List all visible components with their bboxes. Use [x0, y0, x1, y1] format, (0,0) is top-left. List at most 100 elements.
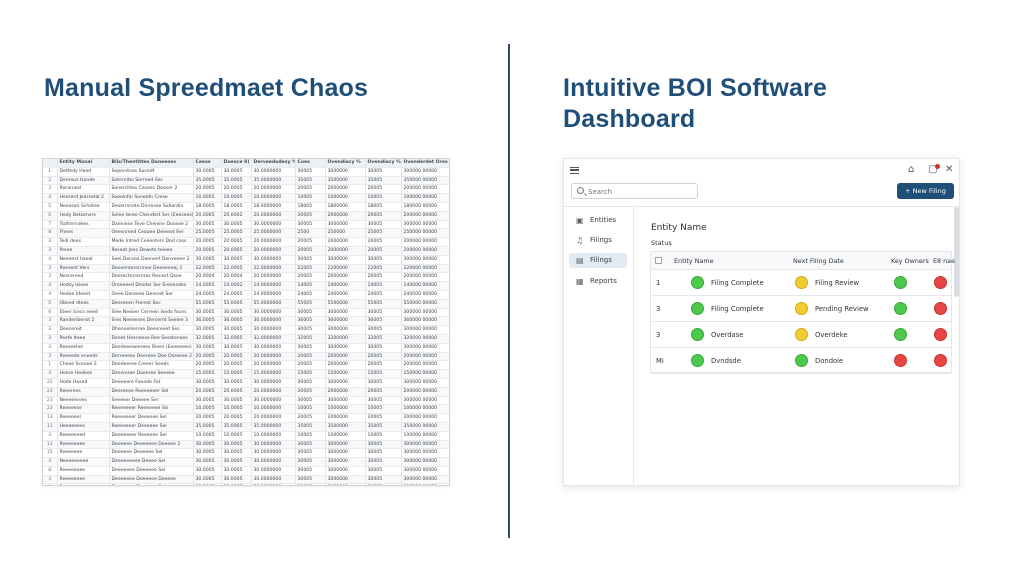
spreadsheet-cell[interactable]: Sres Neeeeses Derseret Seelee 3: [109, 316, 194, 327]
spreadsheet-cell[interactable]: 55.0000000: [251, 299, 296, 309]
spreadsheet-cell[interactable]: 14005: [365, 281, 402, 291]
spreadsheet-cell[interactable]: 30005: [365, 325, 402, 335]
spreadsheet-cell[interactable]: 20005: [365, 211, 402, 221]
spreadsheet-cell[interactable]: 20.0005: [221, 184, 252, 195]
spreadsheet-cell[interactable]: 300000 00000: [401, 343, 449, 353]
spreadsheet-cell[interactable]: 20.0000000: [251, 360, 296, 371]
spreadsheet-cell[interactable]: 36.0000000: [251, 316, 296, 327]
spreadsheet-cell[interactable]: 240000 00000: [401, 290, 449, 300]
spreadsheet-cell[interactable]: 30.0005: [221, 167, 252, 177]
sidebar-item-filings-active[interactable]: ▤ Filings: [569, 253, 627, 268]
spreadsheet-cell[interactable]: 15005: [295, 369, 326, 379]
select-all-checkbox[interactable]: [655, 257, 662, 264]
spreadsheet-column-header[interactable]: Ceess: [193, 159, 222, 168]
spreadsheet-cell[interactable]: 20.0005: [193, 237, 222, 247]
row-number[interactable]: 15: [43, 448, 58, 459]
spreadsheet-cell[interactable]: 30005: [365, 466, 402, 476]
spreadsheet-cell[interactable]: 20005: [365, 184, 402, 195]
row-number[interactable]: 8: [43, 466, 58, 476]
spreadsheet-cell[interactable]: 100000 00000: [401, 431, 449, 441]
spreadsheet-cell[interactable]: Deedeeree Creeer Seeds: [109, 360, 194, 371]
vertical-scrollbar[interactable]: [954, 207, 959, 297]
spreadsheet-cell[interactable]: Reeeeeel: [57, 413, 110, 423]
spreadsheet-cell[interactable]: 14.0002: [221, 281, 252, 291]
spreadsheet-cell[interactable]: 2000000: [325, 413, 366, 423]
spreadsheet-cell[interactable]: 30.0000000: [251, 167, 296, 177]
spreadsheet-cell[interactable]: 35005: [365, 422, 402, 432]
spreadsheet-cell[interactable]: Deereeee Reeeeeeer Sel: [109, 387, 194, 397]
spreadsheet-cell[interactable]: 30.0005: [193, 475, 222, 485]
spreadsheet-cell[interactable]: 360000 00000: [401, 316, 449, 327]
spreadsheet-cell[interactable]: 2000000: [325, 360, 366, 371]
spreadsheet-cell[interactable]: Deeeeeee Deeeeee Sel: [109, 466, 194, 476]
sidebar-item-filings[interactable]: ♫ Filings: [569, 233, 627, 248]
spreadsheet-cell[interactable]: 2000000: [325, 352, 366, 362]
spreadsheet-cell[interactable]: 18005: [295, 202, 326, 212]
row-number[interactable]: 13: [43, 440, 58, 450]
spreadsheet-cell[interactable]: Hedy Betseners: [57, 211, 110, 221]
row-number[interactable]: 8: [43, 228, 58, 239]
spreadsheet-cell[interactable]: 15.0000000: [251, 369, 296, 379]
row-number[interactable]: 3: [43, 431, 58, 441]
spreadsheet-cell[interactable]: 20.0000000: [251, 246, 296, 256]
spreadsheet-cell[interactable]: 20.0000000: [251, 387, 296, 397]
spreadsheet-cell[interactable]: 30.0005: [193, 457, 222, 467]
spreadsheet-column-header[interactable]: [43, 159, 58, 168]
spreadsheet-cell[interactable]: 35005: [295, 176, 326, 186]
row-number[interactable]: 2: [43, 176, 58, 186]
spreadsheet-cell[interactable]: 20.0005: [221, 360, 252, 371]
search-input[interactable]: [588, 186, 693, 197]
spreadsheet-cell[interactable]: 10.0000000: [251, 404, 296, 415]
spreadsheet-cell[interactable]: Neeeest haeel: [57, 255, 110, 265]
spreadsheet-cell[interactable]: 30.0005: [221, 255, 252, 265]
spreadsheet-cell[interactable]: 300000 00000: [401, 308, 449, 318]
row-number[interactable]: 5: [43, 299, 58, 309]
table-row[interactable]: 3 Filing Complete Pending Review: [651, 296, 951, 322]
spreadsheet-cell[interactable]: Tedi dees: [57, 237, 110, 247]
row-number[interactable]: 4: [43, 290, 58, 300]
spreadsheet-cell[interactable]: 20005: [295, 352, 326, 362]
spreadsheet-cell[interactable]: 300000 00000: [401, 483, 449, 485]
spreadsheet-cell[interactable]: 250000 00000: [401, 228, 449, 239]
spreadsheet-cell[interactable]: 24005: [295, 290, 326, 300]
spreadsheet-cell[interactable]: 30.0000000: [251, 308, 296, 318]
spreadsheet-cell[interactable]: 200000 00000: [401, 387, 449, 397]
spreadsheet-cell[interactable]: 22005: [295, 264, 326, 274]
spreadsheet-cell[interactable]: 200000 00000: [401, 211, 449, 221]
spreadsheet-cell[interactable]: 20005: [365, 387, 402, 397]
spreadsheet-cell[interactable]: 3000000: [325, 457, 366, 467]
spreadsheet-cell[interactable]: 55005: [295, 299, 326, 309]
spreadsheet-cell[interactable]: 24.0000000: [251, 290, 296, 300]
spreadsheet-column-header[interactable]: Coes: [295, 159, 326, 168]
spreadsheet-cell[interactable]: Nesrerned: [57, 272, 110, 283]
spreadsheet-cell[interactable]: 20005: [295, 360, 326, 371]
spreadsheet-cell[interactable]: Peefe Iteee: [57, 334, 110, 344]
spreadsheet-cell[interactable]: 20.0002: [221, 211, 252, 221]
spreadsheet-cell[interactable]: 36005: [295, 316, 326, 327]
spreadsheet-cell[interactable]: 200000 00000: [401, 237, 449, 247]
spreadsheet-cell[interactable]: 30.0000000: [251, 440, 296, 450]
spreadsheet-cell[interactable]: Reeeeeeer Deeeeee Sel: [109, 413, 194, 423]
spreadsheet-cell[interactable]: 30.0000000: [251, 396, 296, 406]
spreadsheet-cell[interactable]: Oeesnreed Ceaoee Deieeet Ser: [109, 228, 194, 239]
spreadsheet-cell[interactable]: 55.0005: [193, 299, 222, 309]
spreadsheet-cell[interactable]: 30005: [295, 440, 326, 450]
spreadsheet-cell[interactable]: 200000 00000: [401, 413, 449, 423]
row-number[interactable]: 3: [43, 184, 58, 195]
spreadsheet-cell[interactable]: 3000000: [325, 343, 366, 353]
spreadsheet-cell[interactable]: 30005: [295, 220, 326, 230]
row-number[interactable]: 6: [43, 308, 58, 318]
spreadsheet-cell[interactable]: Slee Neeoer Cerreen Isedo foces: [109, 308, 194, 318]
spreadsheet-cell[interactable]: 300000 00000: [401, 440, 449, 450]
spreadsheet-cell[interactable]: 25.0005: [221, 228, 252, 239]
row-number[interactable]: 11: [43, 422, 58, 432]
spreadsheet-cell[interactable]: 15005: [365, 369, 402, 379]
spreadsheet-cell[interactable]: 30005: [365, 457, 402, 467]
spreadsheet-cell[interactable]: Deeeeeee Deeeeee Deeeee: [109, 475, 194, 485]
spreadsheet-cell[interactable]: 3600000: [325, 316, 366, 327]
spreadsheet-cell[interactable]: 55.0005: [221, 299, 252, 309]
spreadsheet-cell[interactable]: 20005: [295, 246, 326, 256]
spreadsheet-cell[interactable]: 10005: [365, 404, 402, 415]
spreadsheet-cell[interactable]: 2000000: [325, 272, 366, 283]
spreadsheet-cell[interactable]: Reeeeeeer Reeeeeee Sis: [109, 404, 194, 415]
